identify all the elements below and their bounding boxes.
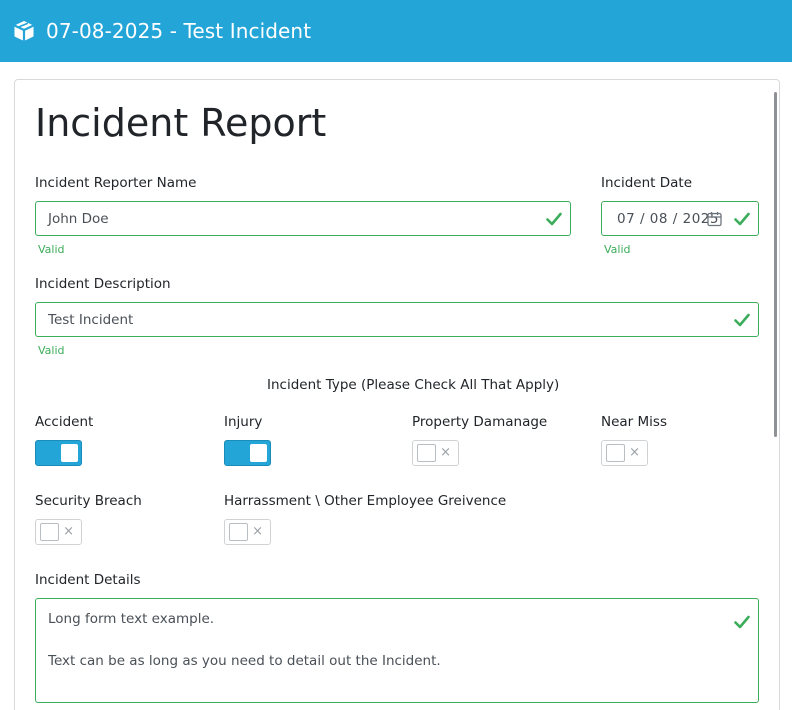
toggle-knob xyxy=(61,444,78,462)
checkmark-icon xyxy=(546,212,562,226)
toggle-property-damage[interactable]: × xyxy=(412,440,459,466)
toggle-knob xyxy=(40,523,59,541)
option-label-accident: Accident xyxy=(35,414,94,430)
option-label-security-breach: Security Breach xyxy=(35,493,142,509)
incident-description-valid: Valid xyxy=(38,344,65,357)
incident-details-label: Incident Details xyxy=(35,572,141,588)
toggle-near-miss[interactable]: × xyxy=(601,440,648,466)
option-label-harassment: Harrassment \ Other Employee Greivence xyxy=(224,493,507,509)
checkmark-icon xyxy=(734,212,750,226)
close-icon: × xyxy=(629,445,640,460)
reporter-name-valid: Valid xyxy=(38,243,65,256)
page-title: Incident Report xyxy=(35,101,327,145)
toggle-knob xyxy=(229,523,248,541)
close-icon: × xyxy=(252,524,263,539)
toggle-harassment[interactable]: × xyxy=(224,519,271,545)
app-header: 07-08-2025 - Test Incident xyxy=(0,0,792,62)
toggle-knob xyxy=(606,444,625,462)
incident-details-textarea[interactable]: Long form text example. Text can be as l… xyxy=(35,598,759,703)
header-title: 07-08-2025 - Test Incident xyxy=(46,19,312,43)
reporter-name-label: Incident Reporter Name xyxy=(35,175,197,191)
cube-icon xyxy=(12,19,36,43)
toggle-injury[interactable] xyxy=(224,440,271,466)
incident-date-label: Incident Date xyxy=(601,175,692,191)
incident-date-valid: Valid xyxy=(604,243,631,256)
toggle-security-breach[interactable]: × xyxy=(35,519,82,545)
reporter-name-value: John Doe xyxy=(48,210,109,227)
incident-description-input[interactable]: Test Incident xyxy=(35,302,759,337)
checkmark-icon xyxy=(734,615,750,629)
incident-description-value: Test Incident xyxy=(48,311,134,328)
option-label-near-miss: Near Miss xyxy=(601,414,667,430)
checkmark-icon xyxy=(734,313,750,327)
incident-details-blank-line xyxy=(48,630,746,651)
reporter-name-input[interactable]: John Doe xyxy=(35,201,571,236)
incident-details-line: Long form text example. xyxy=(48,611,215,627)
incident-description-label: Incident Description xyxy=(35,276,171,292)
option-label-injury: Injury xyxy=(224,414,263,430)
toggle-knob xyxy=(250,444,267,462)
incident-details-line: Text can be as long as you need to detai… xyxy=(48,653,441,669)
incident-type-title: Incident Type (Please Check All That App… xyxy=(267,377,560,393)
calendar-icon[interactable] xyxy=(707,211,722,226)
toggle-knob xyxy=(417,444,436,462)
incident-date-value: 07 / 08 / 2025 xyxy=(617,210,719,227)
close-icon: × xyxy=(440,445,451,460)
scrollbar-thumb[interactable] xyxy=(774,92,777,437)
incident-date-input[interactable]: 07 / 08 / 2025 xyxy=(601,201,759,236)
option-label-property-damage: Property Damanage xyxy=(412,414,548,430)
close-icon: × xyxy=(63,524,74,539)
toggle-accident[interactable] xyxy=(35,440,82,466)
